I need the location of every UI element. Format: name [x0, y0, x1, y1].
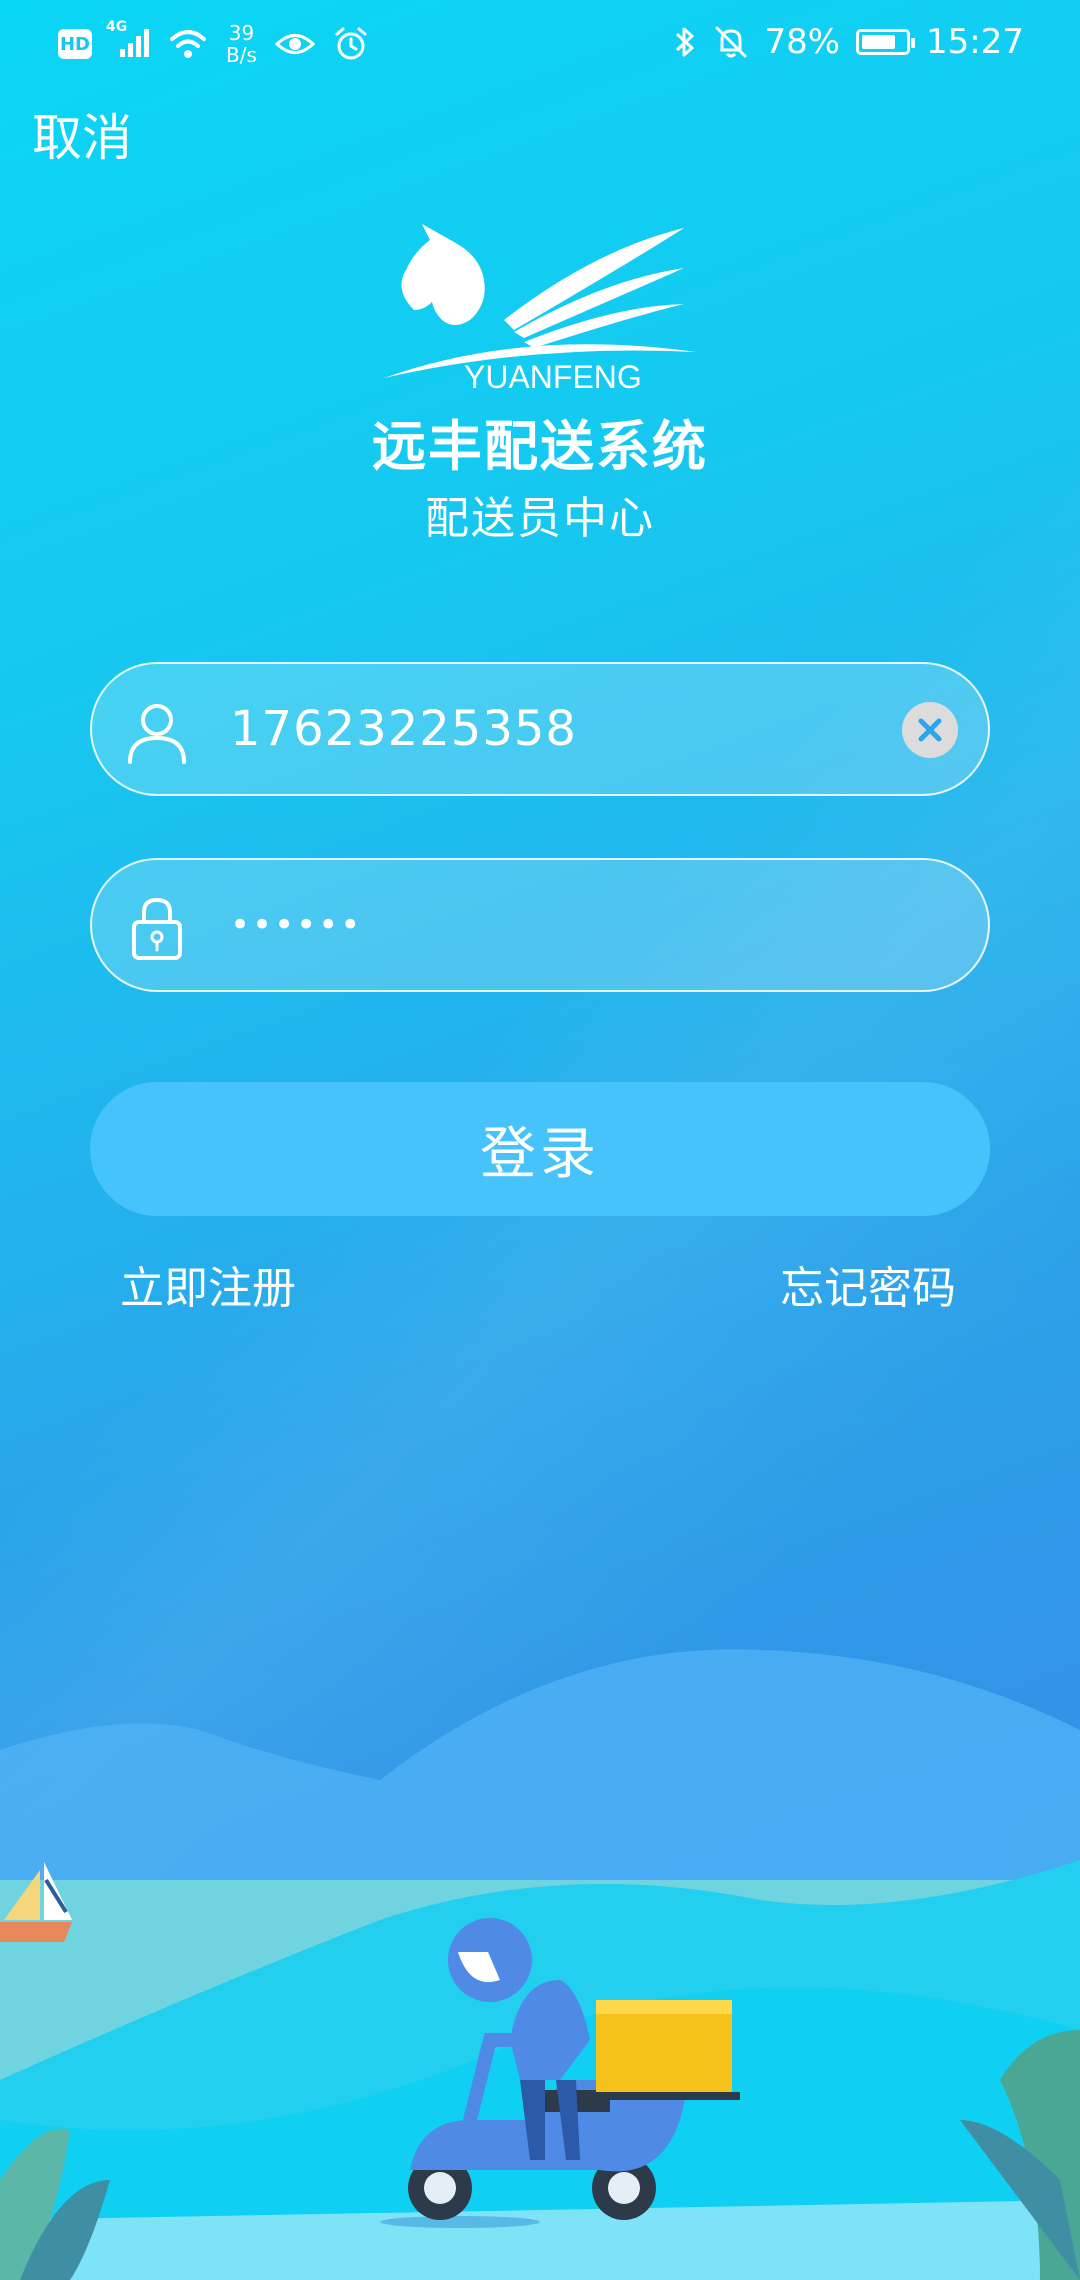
battery-icon — [856, 29, 916, 55]
forgot-password-link[interactable]: 忘记密码 — [780, 1252, 956, 1316]
bluetooth-icon — [676, 27, 694, 57]
battery-percent: 78% — [764, 22, 841, 62]
wifi-icon — [170, 30, 206, 58]
battery-level — [862, 35, 895, 49]
password-field[interactable]: •••••• — [90, 858, 990, 992]
signal-icon: 4G — [106, 19, 150, 61]
logo-text: YUANFENG — [464, 359, 642, 390]
network-type: 4G — [106, 19, 128, 35]
register-link[interactable]: 立即注册 — [120, 1252, 296, 1316]
username-value[interactable]: 17623225358 — [230, 664, 577, 794]
login-button[interactable]: 登录 — [90, 1082, 990, 1216]
clear-username-button[interactable] — [902, 702, 958, 758]
mute-bell-icon — [715, 26, 747, 58]
app-subtitle: 配送员中心 — [425, 493, 655, 544]
clock: 15:27 — [926, 22, 1024, 62]
net-rate: 39 B/s — [226, 22, 257, 66]
lock-icon — [132, 897, 182, 960]
cancel-button[interactable]: 取消 — [32, 98, 132, 170]
username-field[interactable]: 17623225358 — [90, 662, 990, 796]
user-icon — [128, 704, 186, 764]
password-value[interactable]: •••••• — [230, 860, 362, 990]
hd-badge: HD — [58, 29, 92, 59]
status-right: 78% 15:27 — [672, 22, 1024, 62]
net-rate-unit: B/s — [226, 43, 257, 67]
yuanfeng-logo: YUANFENG — [384, 224, 696, 390]
net-rate-value: 39 — [228, 21, 255, 45]
delivery-scene-illustration — [0, 1649, 1080, 2280]
alarm-icon — [335, 27, 367, 60]
status-bar: HD 4G 39 B/s 78% 15:27 — [0, 0, 1080, 92]
app-title: 远丰配送系统 — [372, 415, 708, 478]
status-left: HD 4G 39 B/s — [58, 19, 369, 66]
eye-icon — [274, 34, 315, 54]
clear-icon — [918, 718, 942, 742]
